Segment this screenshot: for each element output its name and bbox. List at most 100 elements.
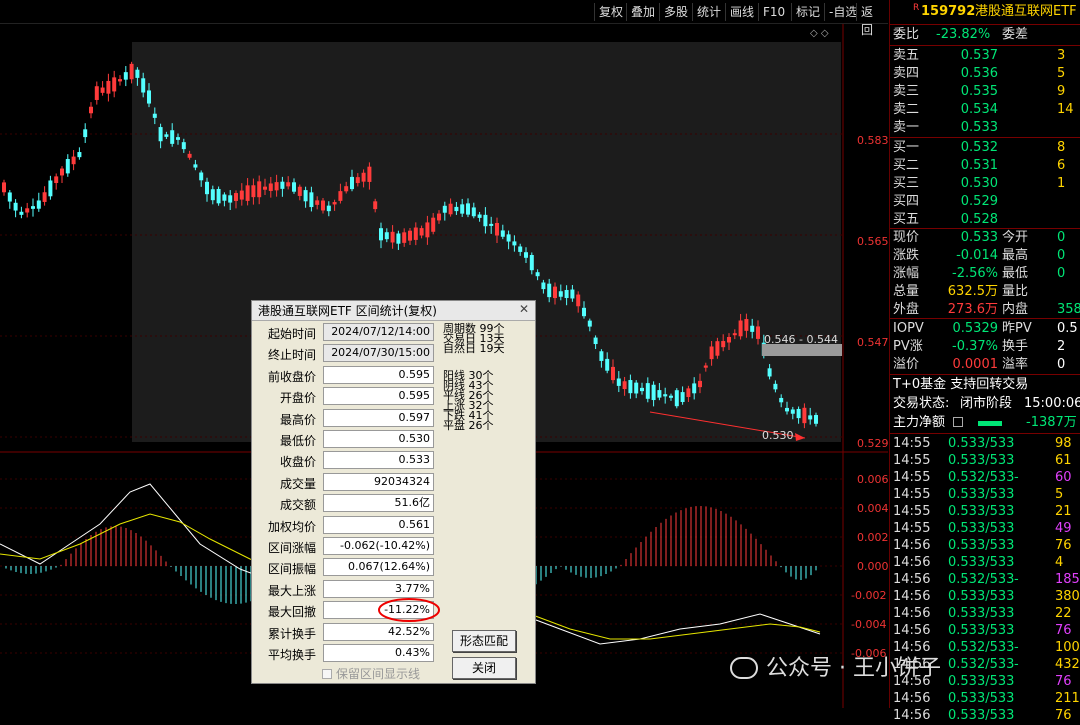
candle-body — [518, 246, 523, 252]
candle-body — [547, 283, 552, 298]
stat-value-field[interactable]: 51.6亿 — [323, 494, 434, 513]
tick-time: 14:55 — [893, 453, 931, 468]
stat-label: 终止时间 — [267, 348, 316, 363]
candle-body — [425, 222, 430, 238]
keep-range-checkbox[interactable]: 保留区间显示线 — [322, 665, 420, 682]
stat-label: 开盘价 — [279, 391, 316, 406]
stat-value-field[interactable]: 0.595 — [323, 387, 434, 406]
quote-label: 内盘 — [1002, 302, 1029, 317]
candle-body — [645, 383, 650, 399]
candle-body — [448, 203, 453, 215]
candle-body — [628, 380, 633, 394]
stat-value-field[interactable]: 42.52% — [323, 622, 434, 641]
stat-value-field[interactable]: 3.77% — [323, 579, 434, 598]
candle-body — [147, 90, 151, 104]
candle-body — [738, 320, 743, 337]
ask-volume: 3 — [1057, 48, 1066, 63]
stat-value-field[interactable]: 0.530 — [323, 430, 434, 448]
candle-body — [471, 207, 476, 217]
iopv-value: 0.5 — [1057, 321, 1078, 336]
stat-value-field[interactable]: 0.43% — [323, 644, 434, 662]
tick-time: 14:56 — [893, 589, 931, 604]
price-axis-label: 0.565 — [857, 235, 888, 248]
checkbox-icon[interactable] — [322, 669, 332, 679]
bid-volume: 1 — [1057, 176, 1066, 191]
candle-body — [216, 188, 221, 204]
bid-row: 买二 0.531 6 — [890, 157, 1080, 175]
stat-value-field[interactable]: 0.597 — [323, 408, 434, 427]
toolbar-draw-button[interactable]: 画线 — [725, 3, 758, 21]
candle-body — [234, 193, 238, 201]
candle-body — [152, 113, 157, 118]
tick-price: 0.533/533 — [948, 521, 1015, 536]
toolbar-f10-button[interactable]: F10 — [758, 3, 789, 21]
ask-volume: 5 — [1057, 66, 1066, 81]
candle-body — [709, 346, 714, 360]
candle-body — [7, 192, 12, 202]
bid-price: 0.529 — [960, 194, 998, 209]
stat-value-field[interactable]: 2024/07/12/14:00 — [323, 323, 434, 341]
toolbar-multi-stock-button[interactable]: 多股 — [659, 3, 692, 21]
stat-label: 最高价 — [279, 412, 316, 427]
candle-body — [686, 388, 691, 398]
tick-volume: 22 — [1055, 606, 1072, 621]
stat-value-field[interactable]: 0.561 — [323, 515, 434, 534]
candle-body — [77, 152, 82, 158]
detail-icon[interactable] — [953, 417, 963, 427]
candle-body — [767, 368, 772, 377]
quote-value: 273.6万 — [947, 302, 998, 317]
candle-body — [367, 166, 372, 182]
stat-label: 前收盘价 — [267, 369, 316, 384]
candle-body — [222, 194, 227, 201]
toolbar-back-button[interactable]: 返回 — [856, 3, 888, 37]
chart-nav-icon[interactable]: ◇ ◇ — [810, 28, 829, 39]
toolbar-stats-button[interactable]: 统计 — [692, 3, 725, 21]
candle-body — [483, 214, 488, 227]
tick-volume: 5 — [1055, 487, 1064, 502]
tick-time: 14:55 — [893, 521, 931, 536]
range-stats-dialog: 港股通互联网ETF 区间统计(复权) ✕ 起始时间 2024/07/12/14:0… — [251, 300, 536, 684]
weibi-row: 委比 -23.82% 委差 — [890, 26, 1080, 44]
iopv-value: 0.0001 — [952, 357, 999, 372]
stat-label: 平均换手 — [267, 648, 316, 662]
quote-row: 现价 0.533 今开 0 — [890, 229, 1080, 247]
iopv-value: 0.5329 — [952, 321, 999, 336]
stat-value-field[interactable]: 92034324 — [323, 472, 434, 491]
candle-body — [558, 291, 563, 297]
stat-value-field[interactable]: 2024/07/30/15:00 — [323, 344, 434, 363]
ask-price: 0.536 — [960, 66, 998, 81]
quote-label: 外盘 — [893, 302, 920, 317]
stat-value-field[interactable]: 0.067(12.64%) — [323, 558, 434, 577]
pattern-match-button[interactable]: 形态匹配 — [452, 630, 516, 652]
tick-row: 14:56 0.533/533 76 — [890, 537, 1080, 555]
close-button[interactable]: 关闭 — [452, 657, 516, 679]
ask-row: 卖四 0.536 5 — [890, 65, 1080, 83]
candle-body — [715, 341, 720, 356]
stat-value-field[interactable]: -0.062(-10.42%) — [323, 537, 434, 555]
candle-body — [263, 186, 267, 190]
candle-body — [413, 227, 418, 240]
candle-body — [141, 78, 146, 93]
quote-value: -2.56% — [952, 266, 998, 281]
stat-value-field[interactable]: 0.533 — [323, 451, 434, 470]
toolbar-mark-button[interactable]: 标记 — [791, 3, 824, 21]
candle-body — [268, 183, 273, 191]
candle-body — [83, 129, 88, 138]
tick-row: 14:56 0.533/533 76 — [890, 622, 1080, 640]
quote-value: 358 — [1057, 302, 1080, 317]
stat-value-field[interactable]: 0.595 — [323, 365, 434, 384]
bid-label: 买二 — [893, 158, 920, 173]
tick-price: 0.532/533 — [948, 470, 1015, 485]
quote-row: 涨幅 -2.56% 最低 0 — [890, 265, 1080, 283]
dialog-close-icon[interactable]: ✕ — [517, 303, 531, 317]
toolbar-fuquan-button[interactable]: 复权 — [594, 3, 627, 21]
candle-body — [239, 190, 244, 200]
stock-code: 159792 — [921, 4, 976, 19]
iopv-row: IOPV 0.5329 昨PV 0.5 — [890, 320, 1080, 338]
candle-body — [431, 217, 436, 232]
toolbar-overlay-button[interactable]: 叠加 — [626, 3, 659, 21]
stat-label: 区间振幅 — [267, 562, 316, 577]
candle-body — [553, 286, 557, 299]
tick-volume: 4 — [1055, 555, 1064, 570]
main-flow-bar — [978, 421, 1002, 426]
